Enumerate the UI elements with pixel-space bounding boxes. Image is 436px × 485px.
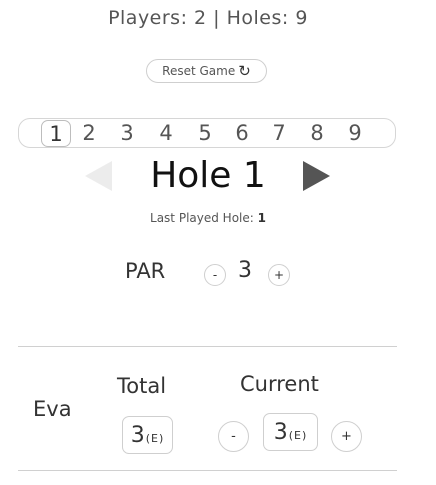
score-increase-button[interactable]: + xyxy=(331,421,362,452)
hole-tab-8[interactable]: 8 xyxy=(302,120,332,147)
par-value: 3 xyxy=(238,258,252,283)
par-decrease-button[interactable]: - xyxy=(204,264,226,286)
hole-tab-6[interactable]: 6 xyxy=(227,120,257,147)
hole-tab-3[interactable]: 3 xyxy=(112,120,142,147)
players-count: 2 xyxy=(194,7,207,29)
par-label: PAR xyxy=(125,259,166,283)
holes-label: Holes: xyxy=(226,7,296,29)
hole-tab-9[interactable]: 9 xyxy=(340,120,370,147)
last-played-label: Last Played Hole: xyxy=(150,211,258,225)
previous-hole-arrow-icon[interactable] xyxy=(85,161,112,191)
total-column-header: Total xyxy=(117,374,167,398)
refresh-icon: ↻ xyxy=(238,61,251,80)
player-total-score: 3 (E) xyxy=(122,416,173,454)
holes-count: 9 xyxy=(295,7,308,29)
next-hole-arrow-icon[interactable] xyxy=(303,161,330,191)
hole-tab-4[interactable]: 4 xyxy=(151,120,181,147)
par-increase-button[interactable]: + xyxy=(268,264,290,286)
divider xyxy=(18,346,397,347)
hole-tab-5[interactable]: 5 xyxy=(190,120,220,147)
last-played-value: 1 xyxy=(257,211,266,225)
game-summary: Players: 2 | Holes: 9 xyxy=(0,7,416,29)
hole-tab-1[interactable]: 1 xyxy=(41,120,71,147)
current-hole-title: Hole 1 xyxy=(150,155,266,196)
hole-tab-7[interactable]: 7 xyxy=(264,120,294,147)
reset-game-button[interactable]: Reset Game ↻ xyxy=(146,59,267,83)
last-played-hole: Last Played Hole: 1 xyxy=(0,211,416,225)
players-label: Players: xyxy=(108,7,195,29)
current-column-header: Current xyxy=(240,372,319,396)
player-name: Eva xyxy=(33,397,72,421)
reset-game-label: Reset Game xyxy=(162,64,236,78)
score-decrease-button[interactable]: - xyxy=(218,421,249,452)
summary-separator: | xyxy=(206,7,227,29)
current-score-value: 3 xyxy=(273,419,288,445)
total-score-relative: (E) xyxy=(145,431,165,445)
current-score-relative: (E) xyxy=(288,428,308,442)
player-current-score: 3 (E) xyxy=(263,413,318,451)
hole-tab-2[interactable]: 2 xyxy=(74,120,104,147)
divider xyxy=(18,470,397,471)
total-score-value: 3 xyxy=(130,422,145,448)
